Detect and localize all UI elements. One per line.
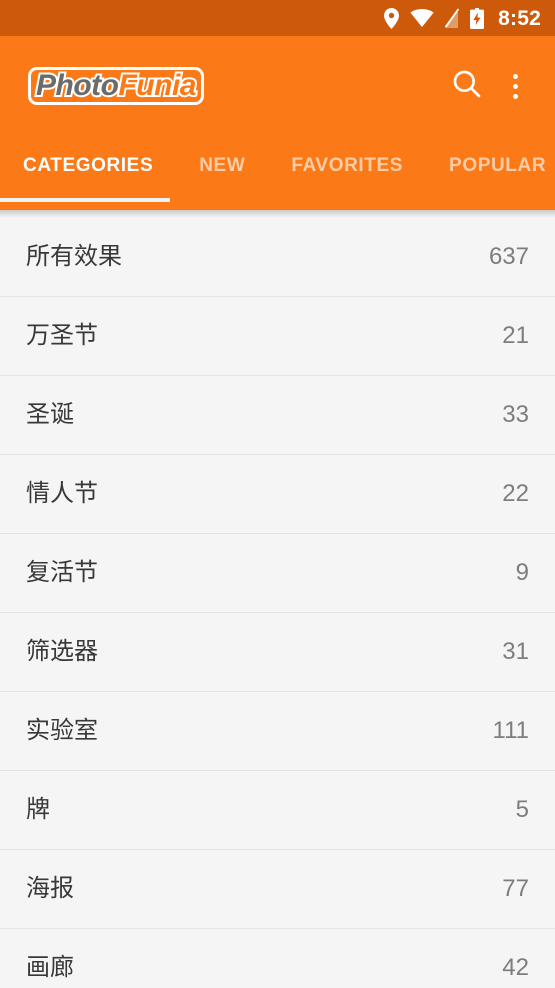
list-item[interactable]: 万圣节 21 [0, 297, 555, 376]
list-item-label: 复活节 [26, 559, 98, 586]
logo-text-photo: Photo [34, 69, 121, 103]
list-item-label: 万圣节 [26, 322, 98, 349]
status-bar: 8:52 [0, 0, 555, 36]
app-bar: PhotoFunia [0, 36, 555, 136]
list-item-count: 33 [502, 401, 529, 428]
tab-favorites[interactable]: FAVORITES [268, 136, 426, 196]
tab-favorites-label: FAVORITES [291, 155, 404, 176]
tab-popular-label: POPULAR [449, 155, 547, 176]
list-item[interactable]: 画廊 42 [0, 929, 555, 988]
list-item-label: 牌 [26, 796, 50, 823]
wifi-icon [410, 9, 434, 27]
overflow-menu-button[interactable] [491, 62, 539, 110]
list-item-count: 9 [515, 559, 529, 586]
location-pin-icon [383, 7, 400, 29]
list-item-count: 5 [515, 796, 529, 823]
list-item-label: 画廊 [26, 954, 74, 981]
battery-charging-icon [470, 7, 485, 29]
app-bar-shadow [0, 210, 555, 218]
tab-new-label: NEW [199, 155, 246, 176]
photofunia-logo: PhotoFunia [28, 67, 204, 105]
tab-new[interactable]: NEW [176, 136, 268, 196]
list-item-count: 637 [488, 243, 529, 270]
categories-list: 所有效果 637 万圣节 21 圣诞 33 情人节 22 复活节 9 筛选器 3… [0, 218, 555, 988]
overflow-menu-icon [512, 73, 518, 99]
list-item-label: 圣诞 [26, 401, 74, 428]
signal-off-icon [444, 8, 460, 28]
search-icon [451, 68, 483, 105]
list-item[interactable]: 圣诞 33 [0, 376, 555, 455]
list-item-count: 111 [492, 717, 529, 744]
photofunia-app-screen: 8:52 PhotoFunia CATEGORIES NEW FAVORITES… [0, 0, 555, 988]
list-item[interactable]: 牌 5 [0, 771, 555, 850]
list-item[interactable]: 复活节 9 [0, 534, 555, 613]
list-item-count: 77 [502, 875, 529, 902]
list-item[interactable]: 筛选器 31 [0, 613, 555, 692]
list-item[interactable]: 情人节 22 [0, 455, 555, 534]
tab-categories-label: CATEGORIES [23, 155, 154, 176]
list-item[interactable]: 实验室 111 [0, 692, 555, 771]
tab-active-indicator [0, 198, 170, 202]
tab-categories[interactable]: CATEGORIES [0, 136, 176, 196]
list-item-label: 筛选器 [26, 638, 98, 665]
tab-bar: CATEGORIES NEW FAVORITES POPULAR [0, 136, 555, 210]
logo-text-funia: Funia [116, 69, 198, 103]
tab-popular[interactable]: POPULAR [426, 136, 555, 196]
list-item-count: 21 [502, 322, 529, 349]
list-item[interactable]: 所有效果 637 [0, 218, 555, 297]
list-item-count: 22 [502, 480, 529, 507]
list-item-label: 情人节 [26, 480, 98, 507]
list-item-label: 海报 [26, 875, 74, 902]
list-item-count: 31 [502, 638, 529, 665]
list-item-count: 42 [502, 954, 529, 981]
status-bar-clock: 8:52 [498, 6, 541, 30]
search-button[interactable] [443, 62, 491, 110]
list-item-label: 实验室 [26, 717, 98, 744]
list-item-label: 所有效果 [26, 243, 122, 270]
list-item[interactable]: 海报 77 [0, 850, 555, 929]
